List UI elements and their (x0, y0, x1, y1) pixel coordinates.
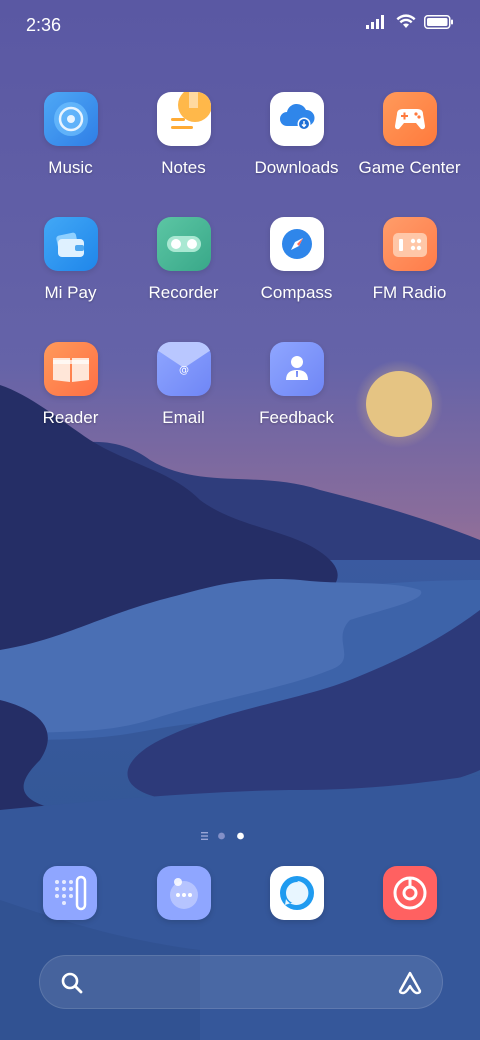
search-icon[interactable] (60, 971, 84, 995)
dock-browser[interactable] (270, 866, 324, 920)
app-reader[interactable]: Reader (14, 342, 127, 428)
app-compass[interactable]: Compass (240, 217, 353, 303)
dock-app-store[interactable] (383, 866, 437, 920)
notes-icon (156, 92, 211, 146)
app-fm-radio[interactable]: FM Radio (353, 217, 466, 303)
status-bar: 2:36 (0, 0, 480, 50)
app-label: Mi Pay (44, 283, 97, 302)
app-music[interactable]: Music (14, 92, 127, 178)
page-list-icon (201, 832, 208, 840)
browser-icon (270, 866, 324, 920)
page-dot (218, 832, 225, 840)
app-recorder[interactable]: Recorder (127, 217, 240, 303)
app-label: Compass (260, 283, 333, 302)
svg-text:@: @ (179, 365, 189, 376)
app-label: Music (48, 158, 93, 177)
battery-icon (424, 14, 453, 29)
app-label: Reader (42, 408, 99, 427)
app-label: Feedback (259, 408, 334, 427)
app-label: Game Center (358, 158, 461, 177)
app-label: Downloads (254, 158, 339, 177)
status-time: 2:36 (26, 15, 62, 35)
signal-bars-icon (366, 14, 384, 29)
dock-messaging[interactable] (157, 866, 211, 920)
music-disc-icon (43, 92, 98, 146)
messaging-icon (157, 866, 211, 920)
recorder-icon (156, 217, 211, 271)
app-downloads[interactable]: Downloads (240, 92, 353, 178)
gamepad-icon (382, 92, 437, 146)
app-label: FM Radio (372, 283, 447, 302)
app-store-icon (383, 866, 437, 920)
cloud-download-icon (269, 92, 324, 146)
home-screen: 2:36 Music Notes Downloads Game Center M… (0, 0, 480, 1040)
app-label: Recorder (148, 283, 219, 302)
wallet-icon (43, 217, 98, 271)
feedback-person-icon (269, 342, 324, 396)
book-icon (43, 342, 98, 396)
assistant-icon[interactable] (396, 969, 424, 997)
radio-icon (382, 217, 437, 271)
app-mi-pay[interactable]: Mi Pay (14, 217, 127, 303)
page-indicator[interactable] (0, 829, 480, 843)
app-game-center[interactable]: Game Center (353, 92, 466, 178)
app-notes[interactable]: Notes (127, 92, 240, 178)
dock-phone[interactable] (43, 866, 97, 920)
app-label: Email (162, 408, 205, 427)
envelope-icon: @ (156, 342, 211, 396)
page-dot-active (237, 832, 244, 840)
app-label: Notes (161, 158, 206, 177)
app-email[interactable]: @ Email (127, 342, 240, 428)
compass-icon (269, 217, 324, 271)
app-feedback[interactable]: Feedback (240, 342, 353, 428)
wifi-icon (396, 14, 416, 28)
phone-dialer-icon (43, 866, 97, 920)
search-bar[interactable] (39, 955, 443, 1009)
